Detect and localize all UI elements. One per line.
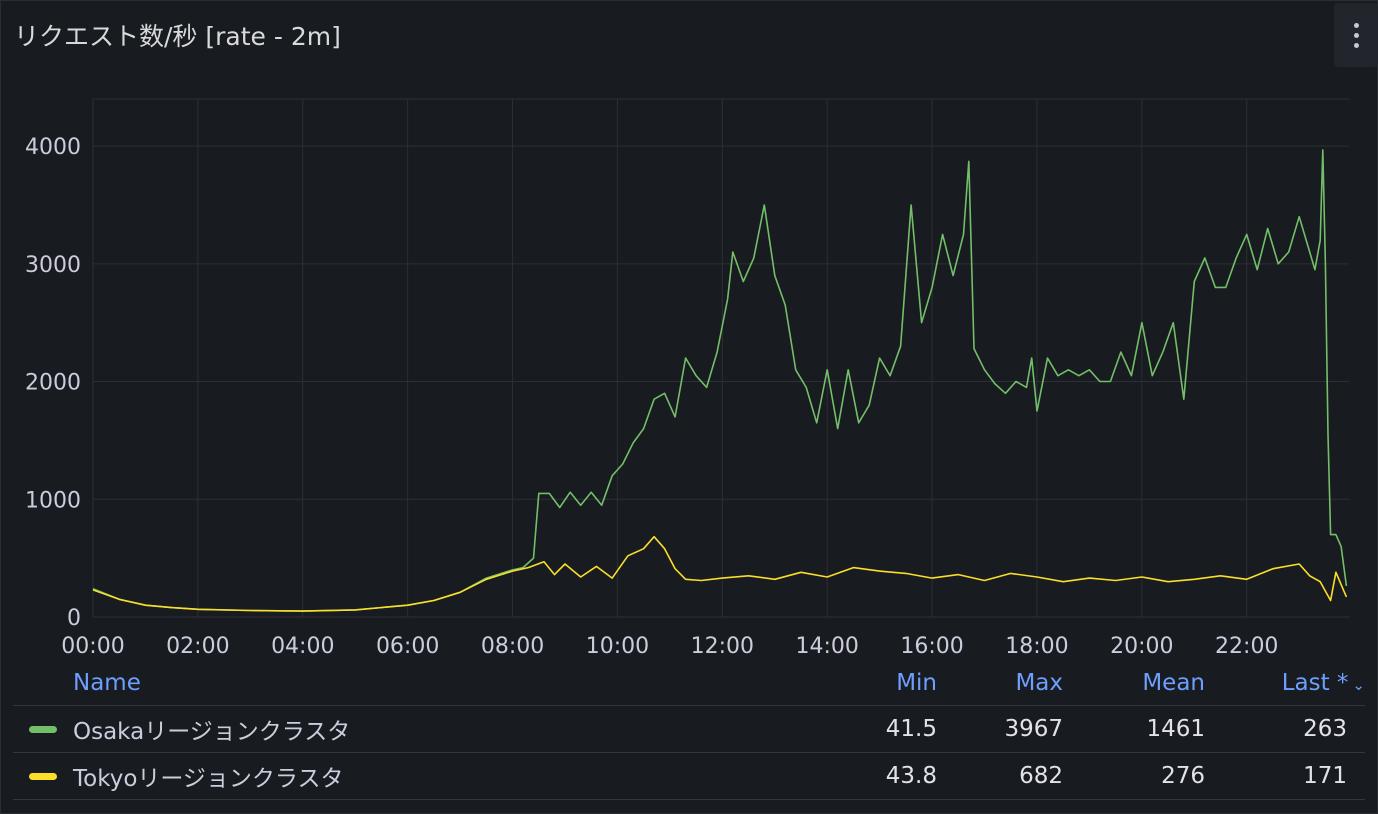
x-tick-label: 16:00: [900, 634, 963, 659]
y-tick-label: 0: [67, 606, 81, 631]
x-tick-label: 10:00: [586, 634, 649, 659]
x-tick-label: 14:00: [795, 634, 858, 659]
y-tick-label: 2000: [25, 371, 81, 396]
x-tick-label: 06:00: [376, 634, 439, 659]
x-axis: 00:00 02:00 04:00 06:00 08:00 10:00 12:00 14:00…: [61, 634, 1278, 659]
legend-series-name[interactable]: Tokyoリージョンクラスタ: [13, 759, 827, 793]
legend-header-name[interactable]: Name: [13, 670, 827, 696]
x-tick-label: 18:00: [1005, 634, 1068, 659]
y-tick-label: 3000: [25, 253, 81, 278]
legend-series-label: Tokyoリージョンクラスタ: [73, 766, 344, 792]
x-tick-label: 20:00: [1110, 634, 1173, 659]
series-color-swatch: [29, 773, 57, 780]
series-lines: [92, 149, 1348, 612]
legend-series-name[interactable]: Osakaリージョンクラスタ: [13, 712, 827, 746]
legend-mean-value: 1461: [1146, 716, 1205, 742]
legend-max-value: 682: [1019, 763, 1063, 789]
legend-table: Name Min Max Mean Last * ⌄ Osakaリージョンクラスタ…: [13, 661, 1365, 800]
legend-row[interactable]: Osakaリージョンクラスタ 41.5 3967 1461 263: [13, 706, 1365, 753]
legend-header-last-label: Last *: [1281, 670, 1349, 696]
series-line[interactable]: [92, 535, 1348, 612]
legend-min-value: 43.8: [885, 763, 937, 789]
chevron-down-icon: ⌄: [1352, 676, 1365, 694]
x-tick-label: 12:00: [691, 634, 754, 659]
legend-header-min[interactable]: Min: [827, 670, 937, 696]
y-tick-label: 1000: [25, 488, 81, 513]
x-tick-label: 00:00: [61, 634, 124, 659]
line-chart[interactable]: 0 1000 2000 3000 4000 00:00 02:00 04:00 06:00 08…: [1, 1, 1378, 661]
x-tick-label: 04:00: [271, 634, 334, 659]
legend-mean-value: 276: [1161, 763, 1205, 789]
legend-header: Name Min Max Mean Last * ⌄: [13, 661, 1365, 706]
legend-header-last[interactable]: Last * ⌄: [1205, 670, 1365, 696]
x-tick-label: 02:00: [166, 634, 229, 659]
series-color-swatch: [29, 726, 57, 733]
timeseries-panel: リクエスト数/秒 [rate - 2m] 0 1000 2000 3000 4000 0…: [0, 0, 1378, 814]
x-tick-label: 08:00: [481, 634, 544, 659]
legend-header-max[interactable]: Max: [937, 670, 1063, 696]
x-tick-label: 22:00: [1215, 634, 1278, 659]
legend-min-value: 41.5: [885, 716, 937, 742]
legend-last-value: 263: [1303, 716, 1347, 742]
legend-header-mean[interactable]: Mean: [1063, 670, 1205, 696]
legend-last-value: 171: [1303, 763, 1347, 789]
series-line[interactable]: [92, 149, 1348, 612]
legend-row[interactable]: Tokyoリージョンクラスタ 43.8 682 276 171: [13, 753, 1365, 800]
legend-series-label: Osakaリージョンクラスタ: [73, 719, 351, 745]
y-axis: 0 1000 2000 3000 4000: [25, 135, 81, 631]
legend-max-value: 3967: [1004, 716, 1063, 742]
y-tick-label: 4000: [25, 135, 81, 160]
